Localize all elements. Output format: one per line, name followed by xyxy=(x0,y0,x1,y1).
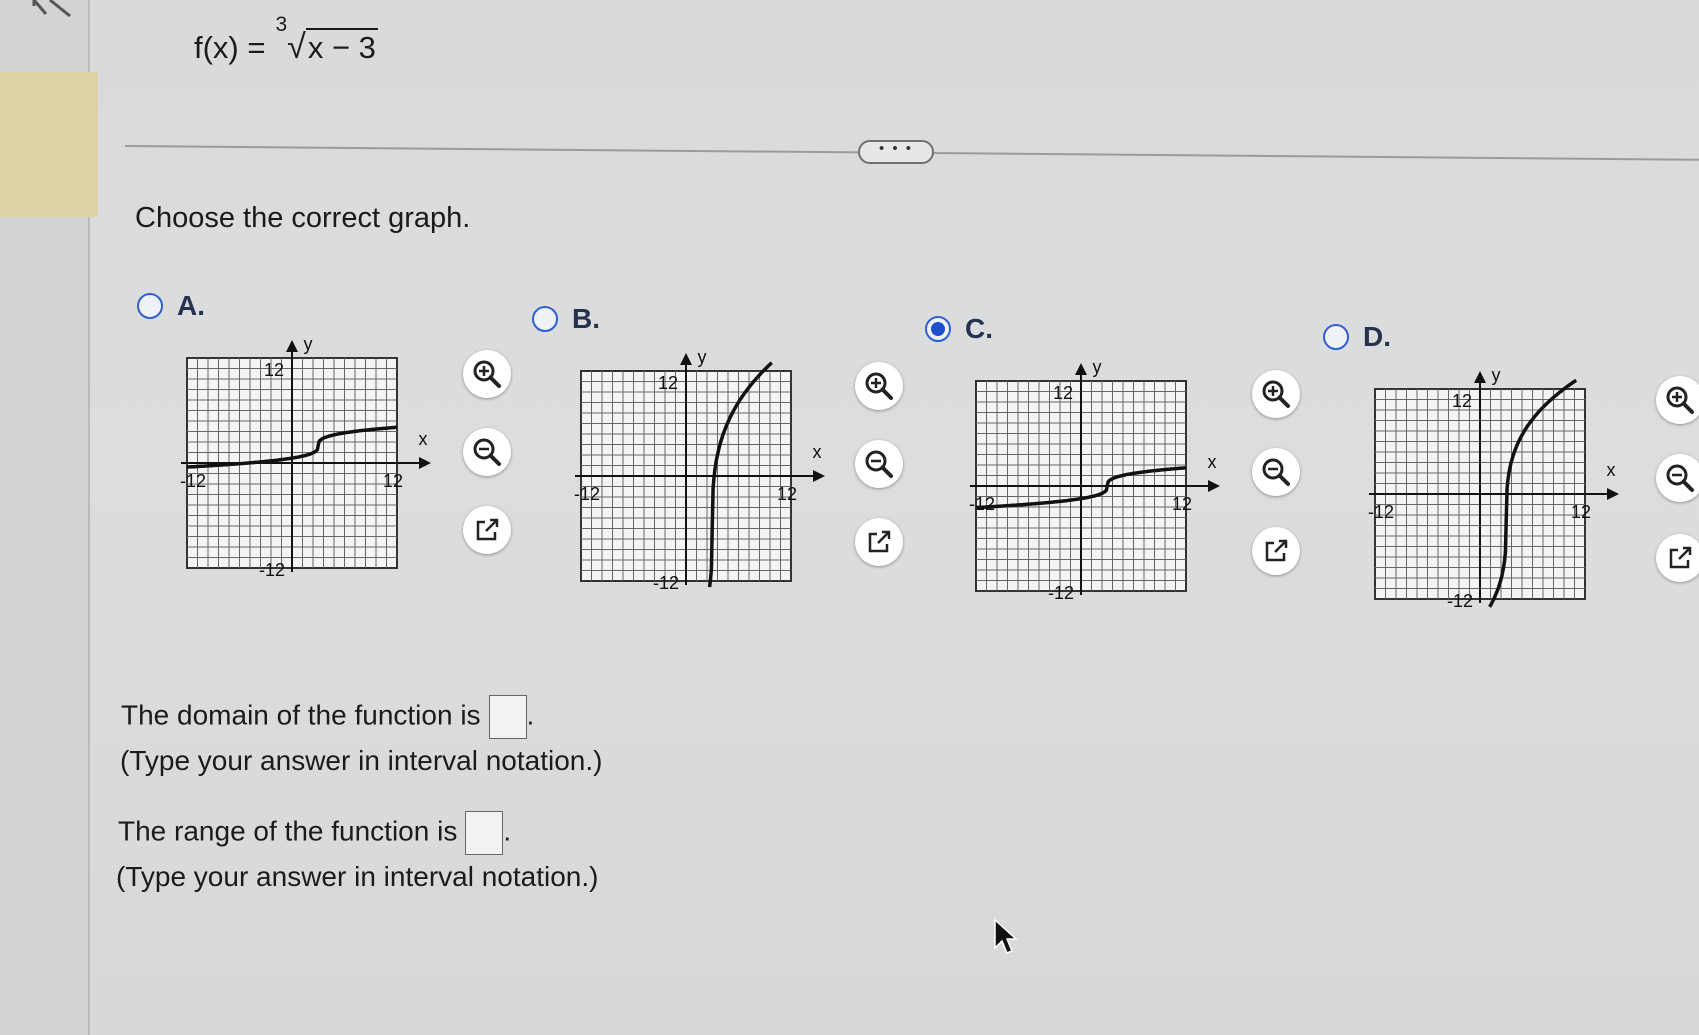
option-a-graph: y x 12 -12 -12 12 xyxy=(180,340,431,580)
function-name: f(x) = xyxy=(194,30,266,65)
zoom-out-button-b[interactable] xyxy=(855,440,903,488)
zoom-in-button-c[interactable] xyxy=(1252,370,1300,418)
option-a-radio[interactable] xyxy=(137,293,163,319)
radicand: x − 3 xyxy=(305,28,378,65)
zoom-out-icon xyxy=(1262,458,1290,486)
option-d-graph: y x 12 -12 -12 12 xyxy=(1368,371,1619,611)
y-min-label: -12 xyxy=(1048,583,1074,603)
y-max-label: 12 xyxy=(1053,383,1073,403)
domain-answer-input[interactable] xyxy=(488,695,527,739)
popout-icon xyxy=(868,530,891,553)
radical-sign-icon: √ xyxy=(287,28,306,66)
range-question: The range of the function is. xyxy=(118,811,511,855)
option-d[interactable]: D. xyxy=(1323,321,1391,353)
zoom-out-icon xyxy=(473,438,501,466)
y-axis-arrow-icon xyxy=(1075,363,1087,375)
popout-icon xyxy=(1265,539,1288,562)
x-max-label: 12 xyxy=(383,471,403,491)
y-min-label: -12 xyxy=(1447,591,1473,611)
x-axis-arrow-icon xyxy=(1208,480,1220,492)
popout-button-d[interactable] xyxy=(1656,534,1699,582)
y-axis-label: y xyxy=(1093,363,1102,377)
zoom-out-button-c[interactable] xyxy=(1252,448,1300,496)
x-axis-label: x xyxy=(419,429,428,449)
popout-button-b[interactable] xyxy=(855,518,903,566)
x-min-label: -12 xyxy=(969,494,995,514)
x-min-label: -12 xyxy=(1368,502,1394,522)
popout-button-a[interactable] xyxy=(463,506,511,554)
x-axis-arrow-icon xyxy=(419,457,431,469)
range-answer-input[interactable] xyxy=(465,811,504,855)
zoom-out-icon xyxy=(865,450,893,478)
x-min-label: -12 xyxy=(180,471,206,491)
x-max-label: 12 xyxy=(777,484,797,504)
domain-question: The domain of the function is. xyxy=(121,695,534,739)
y-axis-label: y xyxy=(1492,371,1501,385)
x-max-label: 12 xyxy=(1571,502,1591,522)
x-axis-arrow-icon xyxy=(813,470,825,482)
range-question-text: The range of the function is xyxy=(118,815,458,847)
popout-icon xyxy=(1669,546,1692,569)
range-hint: (Type your answer in interval notation.) xyxy=(116,861,599,892)
zoom-out-icon xyxy=(1666,464,1694,492)
x-min-label: -12 xyxy=(574,484,600,504)
y-axis-arrow-icon xyxy=(1474,371,1486,383)
option-c-graph: y x 12 -12 -12 12 xyxy=(969,363,1220,603)
y-min-label: -12 xyxy=(653,573,679,593)
option-b-graph: y x 12 -12 -12 12 xyxy=(574,353,825,593)
y-axis-arrow-icon xyxy=(286,340,298,352)
option-c-label: C. xyxy=(965,313,993,344)
y-max-label: 12 xyxy=(658,373,678,393)
y-axis-label: y xyxy=(304,340,313,354)
popout-button-c[interactable] xyxy=(1252,527,1300,575)
option-a-label: A. xyxy=(177,290,205,321)
option-d-radio[interactable] xyxy=(1323,324,1349,350)
zoom-out-button-a[interactable] xyxy=(463,428,511,476)
x-axis-label: x xyxy=(1607,460,1616,480)
highlight-tab xyxy=(0,72,98,217)
zoom-in-button-d[interactable] xyxy=(1656,376,1699,424)
option-b-label: B. xyxy=(572,303,600,334)
back-arrow-icon[interactable] xyxy=(30,0,74,22)
domain-hint: (Type your answer in interval notation.) xyxy=(120,745,603,776)
y-axis-label: y xyxy=(698,353,707,367)
x-max-label: 12 xyxy=(1172,494,1192,514)
zoom-in-button-b[interactable] xyxy=(855,362,903,410)
zoom-in-icon xyxy=(865,372,893,400)
x-axis-arrow-icon xyxy=(1607,488,1619,500)
root-index: 3 xyxy=(275,12,288,36)
y-min-label: -12 xyxy=(259,560,285,580)
y-max-label: 12 xyxy=(1452,391,1472,411)
domain-question-text: The domain of the function is xyxy=(121,699,481,731)
mouse-cursor-icon xyxy=(994,918,1018,954)
popout-icon xyxy=(476,518,499,541)
y-max-label: 12 xyxy=(264,360,284,380)
zoom-out-button-d[interactable] xyxy=(1656,454,1699,502)
option-b-radio[interactable] xyxy=(532,306,558,332)
x-axis-label: x xyxy=(813,442,822,462)
option-a[interactable]: A. xyxy=(137,290,205,322)
zoom-in-icon xyxy=(1262,380,1290,408)
range-period: . xyxy=(503,815,512,847)
y-axis-arrow-icon xyxy=(680,353,692,365)
expand-more-button[interactable]: • • • xyxy=(858,140,934,164)
question-prompt: Choose the correct graph. xyxy=(135,202,471,234)
option-b[interactable]: B. xyxy=(532,303,600,335)
zoom-in-icon xyxy=(473,360,501,388)
x-axis-label: x xyxy=(1208,452,1217,472)
option-c-radio[interactable] xyxy=(925,316,951,342)
zoom-in-icon xyxy=(1666,386,1694,414)
option-c[interactable]: C. xyxy=(925,313,993,345)
zoom-in-button-a[interactable] xyxy=(463,350,511,398)
domain-period: . xyxy=(526,699,535,731)
option-d-label: D. xyxy=(1363,321,1391,352)
function-formula: f(x) = 3√x − 3 xyxy=(194,13,378,67)
